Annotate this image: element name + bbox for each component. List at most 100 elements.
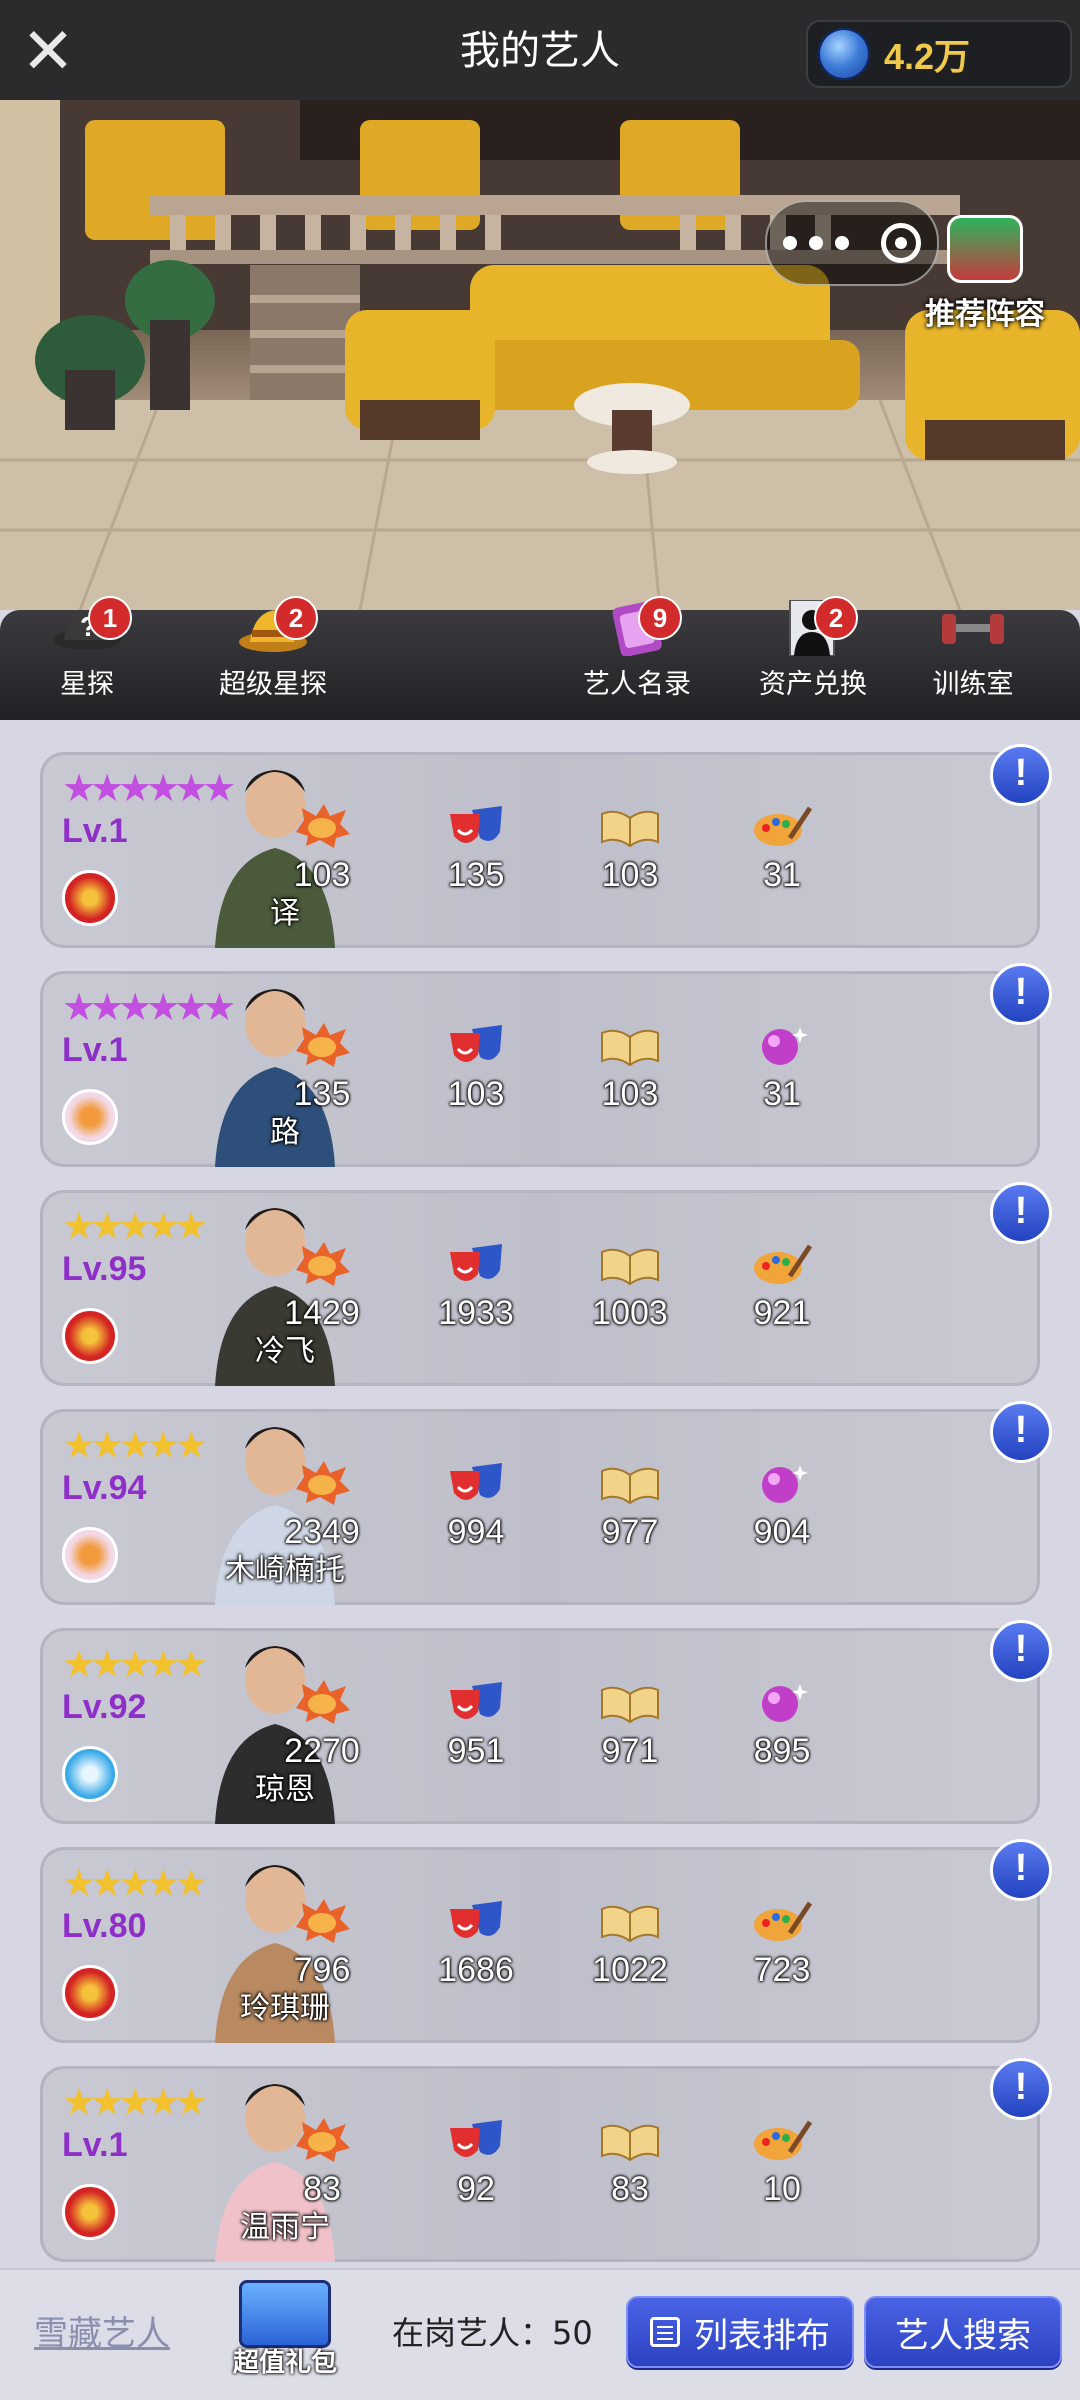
artist-stat: 10 <box>712 2116 852 2209</box>
drama-masks-icon <box>444 1459 508 1507</box>
disco-ball-icon <box>750 1021 814 1069</box>
explosion-icon <box>290 802 354 850</box>
artist-card[interactable]: ★★★★★★ Lv.1 译 103 135 103 31! <box>40 744 1052 948</box>
artist-search-button[interactable]: 艺人搜索 <box>864 2296 1062 2368</box>
drama-masks-icon <box>444 1897 508 1945</box>
explosion-icon <box>290 2116 354 2164</box>
artist-stat: 92 <box>406 2116 546 2209</box>
artist-card[interactable]: ★★★★★ Lv.92 琼恩 2270 951 971 895! <box>40 1620 1052 1824</box>
open-book-icon <box>598 1897 662 1945</box>
feature-badge: 2 <box>274 596 318 640</box>
artist-stat: 796 <box>252 1897 392 1990</box>
explosion-icon <box>290 1897 354 1945</box>
frozen-artists-link[interactable]: 雪藏艺人 <box>34 2306 170 2355</box>
artist-stat-value: 723 <box>753 1951 811 1989</box>
list-layout-label: 列表排布 <box>694 2315 830 2356</box>
artist-search-label: 艺人搜索 <box>895 2315 1031 2356</box>
recommend-lineup-icon <box>947 215 1023 283</box>
artist-stat: 904 <box>712 1459 852 1552</box>
artist-stat: 2349 <box>252 1459 392 1552</box>
artist-stat-value: 1022 <box>592 1951 668 1989</box>
open-book-icon <box>598 1021 662 1069</box>
artist-stat-value: 1003 <box>592 1294 668 1332</box>
info-alert-icon[interactable]: ! <box>990 963 1052 1025</box>
info-alert-icon[interactable]: ! <box>990 1401 1052 1463</box>
artist-type-badge-icon <box>62 1746 118 1802</box>
artist-stat-value: 135 <box>293 1075 351 1113</box>
artist-type-badge-icon <box>62 1527 118 1583</box>
drama-masks-icon <box>444 1021 508 1069</box>
artist-stat-value: 1933 <box>438 1294 514 1332</box>
drama-masks-icon <box>444 1678 508 1726</box>
artist-stat: 135 <box>406 802 546 895</box>
open-book-icon <box>598 1678 662 1726</box>
more-dot <box>783 236 797 250</box>
info-alert-icon[interactable]: ! <box>990 1182 1052 1244</box>
artist-stat: 83 <box>252 2116 392 2209</box>
more-dot <box>809 236 823 250</box>
feature-super-scout[interactable]: 2 超级星探 <box>198 596 348 701</box>
feature-bar: ? 1 星探 2 超级星探 9 艺人名录 2 资产兑换 训练室 <box>0 596 1080 720</box>
explosion-icon <box>290 1459 354 1507</box>
info-alert-icon[interactable]: ! <box>990 1620 1052 1682</box>
disco-ball-icon <box>750 1459 814 1507</box>
directory-book-icon: 9 <box>600 596 682 657</box>
artist-stat-value: 796 <box>293 1951 351 1989</box>
more-dot <box>835 236 849 250</box>
artist-card[interactable]: ★★★★★ Lv.1 温雨宁 83 92 83 10! <box>40 2058 1052 2262</box>
list-icon <box>650 2317 680 2347</box>
artist-list[interactable]: ★★★★★★ Lv.1 译 103 135 103 31! ★★★★★★ Lv.1 路 135 103… <box>0 722 1080 2267</box>
artist-stat: 1933 <box>406 1240 546 1333</box>
artist-stat: 1022 <box>560 1897 700 1990</box>
artist-stat: 895 <box>712 1678 852 1771</box>
palette-icon <box>750 802 814 850</box>
artist-stat: 103 <box>560 802 700 895</box>
artist-type-badge-icon <box>62 1089 118 1145</box>
artist-type-badge-icon <box>62 1308 118 1364</box>
currency-display[interactable]: 4.2万 <box>806 20 1072 88</box>
feature-scout[interactable]: ? 1 星探 <box>12 596 162 701</box>
star-rating: ★★★★★ <box>62 1204 208 1248</box>
feature-asset-exchange[interactable]: 2 资产兑换 <box>738 596 888 701</box>
bottom-bar: 雪藏艺人 超值礼包 在岗艺人：50 列表排布 艺人搜索 <box>0 2268 1080 2400</box>
artist-card[interactable]: ★★★★★ Lv.94 木崎楠托 2349 994 977 904! <box>40 1401 1052 1605</box>
artist-stat-value: 1686 <box>438 1951 514 1989</box>
recommend-lineup-label: 推荐阵容 <box>925 297 1045 332</box>
artist-stat: 723 <box>712 1897 852 1990</box>
info-alert-icon[interactable]: ! <box>990 2058 1052 2120</box>
artist-card[interactable]: ★★★★★★ Lv.1 路 135 103 103 31! <box>40 963 1052 1167</box>
recommend-lineup-button[interactable]: 推荐阵容 <box>900 215 1070 333</box>
artist-stat-value: 103 <box>601 856 659 894</box>
feature-badge: 9 <box>638 596 682 640</box>
artist-stat: 83 <box>560 2116 700 2209</box>
feature-training-room[interactable]: 训练室 <box>898 600 1048 701</box>
feature-label: 资产兑换 <box>759 669 867 700</box>
list-layout-button[interactable]: 列表排布 <box>626 2296 854 2368</box>
artist-stat-value: 31 <box>763 856 801 894</box>
artist-stat: 1003 <box>560 1240 700 1333</box>
artist-stat-value: 2270 <box>284 1732 360 1770</box>
artist-stat-value: 103 <box>601 1075 659 1113</box>
artist-stat: 103 <box>560 1021 700 1114</box>
feature-directory[interactable]: 9 艺人名录 <box>562 596 712 701</box>
value-gift-pack-button[interactable]: 超值礼包 <box>225 2280 345 2379</box>
gift-pack-label: 超值礼包 <box>232 2348 337 2378</box>
artist-card[interactable]: ★★★★★ Lv.95 冷飞 1429 1933 1003 921! <box>40 1182 1052 1386</box>
artist-stat-value: 103 <box>447 1075 505 1113</box>
star-rating: ★★★★★ <box>62 1423 208 1467</box>
artist-stat: 135 <box>252 1021 392 1114</box>
artist-stat-value: 10 <box>763 2170 801 2208</box>
silhouette-card-icon: 2 <box>776 596 858 657</box>
info-alert-icon[interactable]: ! <box>990 744 1052 806</box>
info-alert-icon[interactable]: ! <box>990 1839 1052 1901</box>
dumbbell-icon <box>936 600 1010 656</box>
on-duty-count: 在岗艺人：50 <box>392 2314 593 2352</box>
gift-box-icon <box>239 2280 331 2348</box>
feature-badge: 2 <box>814 596 858 640</box>
artist-stat-value: 135 <box>447 856 505 894</box>
artist-card[interactable]: ★★★★★ Lv.80 玲琪珊 796 1686 1022 723! <box>40 1839 1052 2043</box>
currency-value: 4.2万 <box>884 36 971 77</box>
artist-stat-value: 103 <box>293 856 351 894</box>
artist-level: Lv.80 <box>62 1907 147 1945</box>
artist-stat: 31 <box>712 1021 852 1114</box>
